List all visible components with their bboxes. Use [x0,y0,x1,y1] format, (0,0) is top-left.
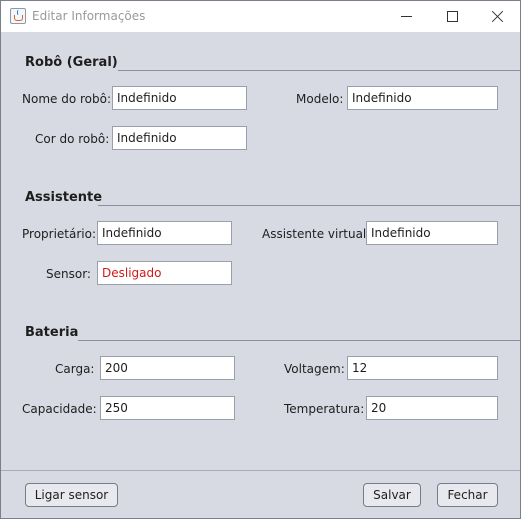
owner-label: Proprietário: [22,227,97,241]
section-title-robot: Robô (Geral) [25,55,118,70]
charge-label: Carga: [55,362,95,376]
toggle-sensor-button[interactable]: Ligar sensor [25,483,118,507]
robot-color-label: Cor do robô: [35,132,110,146]
section-divider-robot [118,70,520,71]
maximize-icon [446,11,458,22]
section-title-battery: Bateria [25,325,79,340]
title-bar[interactable]: Editar Informações [1,1,520,32]
close-icon [491,10,504,23]
temperature-label: Temperatura: [284,402,365,416]
footer-divider [1,470,520,471]
owner-field[interactable]: Indefinido [97,221,232,245]
voltage-label: Voltagem: [284,362,345,376]
voltage-field[interactable]: 12 [347,356,498,380]
java-cup-icon [10,8,26,24]
robot-color-field[interactable]: Indefinido [112,126,247,150]
minimize-button[interactable] [383,1,429,32]
close-button[interactable]: Fechar [437,483,498,507]
section-divider-assistant [98,205,520,206]
virtual-assistant-field[interactable]: Indefinido [366,221,498,245]
sensor-field[interactable]: Desligado [97,261,232,285]
close-window-button[interactable] [474,1,520,32]
save-button[interactable]: Salvar [363,483,421,507]
robot-name-label: Nome do robô: [22,92,111,106]
section-divider-battery [78,340,520,341]
robot-name-field[interactable]: Indefinido [112,86,247,110]
robot-model-field[interactable]: Indefinido [347,86,498,110]
charge-field[interactable]: 200 [100,356,235,380]
sensor-label: Sensor: [46,267,91,281]
capacity-label: Capacidade: [22,402,97,416]
capacity-field[interactable]: 250 [100,396,235,420]
section-title-assistant: Assistente [25,190,103,205]
temperature-field[interactable]: 20 [366,396,498,420]
virtual-assistant-label: Assistente virtual: [262,227,371,241]
maximize-button[interactable] [429,1,475,32]
robot-model-label: Modelo: [296,92,344,106]
minimize-icon [400,16,412,17]
window-title: Editar Informações [32,9,146,23]
edit-info-window: Editar Informações Robô (Geral) Nome do … [0,0,521,519]
